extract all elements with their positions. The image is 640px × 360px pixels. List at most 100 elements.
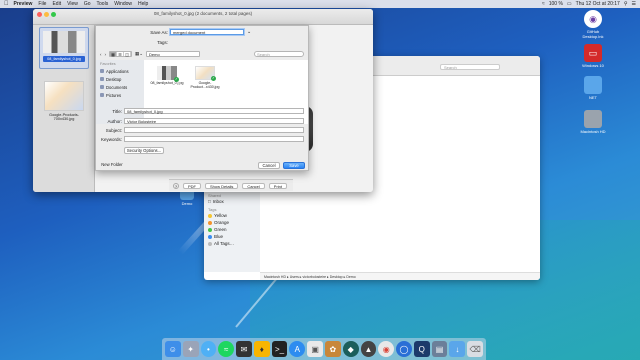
location-popup[interactable]: Demo bbox=[146, 51, 201, 57]
tag-green[interactable]: Green bbox=[208, 226, 256, 233]
subject-field[interactable] bbox=[124, 127, 304, 133]
sidebar-item-applications[interactable]: Applications bbox=[100, 67, 140, 75]
wifi-icon[interactable]: ≈ bbox=[542, 1, 545, 7]
desktop-icon-net[interactable]: NET bbox=[576, 76, 610, 100]
gitkraken-icon[interactable]: ◆ bbox=[342, 341, 359, 357]
finder-icon[interactable]: ☺ bbox=[164, 341, 181, 357]
terminal-icon[interactable]: >_ bbox=[271, 341, 288, 357]
menu-view[interactable]: View bbox=[67, 1, 78, 7]
tweetdeck-icon[interactable]: ✉ bbox=[236, 341, 252, 357]
file-label: Google-Product...x430.jpg bbox=[190, 81, 220, 89]
author-field[interactable]: Victor Bolosteire bbox=[124, 118, 304, 124]
trash-icon[interactable]: ⌫ bbox=[467, 341, 484, 357]
favorites-header: Favorites bbox=[100, 62, 116, 66]
downloads-icon[interactable]: ↓ bbox=[449, 341, 466, 357]
tag-dot-icon bbox=[208, 220, 212, 225]
sidebar-item-documents[interactable]: Documents bbox=[100, 83, 140, 91]
path-item[interactable]: Desktop bbox=[330, 275, 343, 279]
file-item[interactable]: ✓ Google-Product...x430.jpg bbox=[188, 66, 222, 89]
menu-tools[interactable]: Tools bbox=[97, 1, 109, 7]
keywords-field[interactable] bbox=[124, 136, 304, 142]
desktop-icon-windows[interactable]: ▭ Windows 10 bbox=[576, 44, 610, 68]
image-file-icon: ✓ bbox=[157, 66, 179, 82]
save-as-field[interactable]: merged document bbox=[170, 29, 244, 35]
launchpad-icon[interactable]: ✦ bbox=[182, 341, 199, 357]
list-view-icon[interactable]: ☰ bbox=[117, 52, 124, 57]
photos-icon[interactable]: ✿ bbox=[325, 341, 341, 357]
column-view-icon[interactable]: ◫ bbox=[124, 52, 131, 57]
save-as-row: Save As: merged document ⌄ bbox=[146, 29, 251, 35]
save-dialog-sidebar: Favorites Applications Desktop Documents… bbox=[96, 60, 144, 124]
tag-dot-icon bbox=[208, 241, 212, 246]
tag-yellow[interactable]: Yellow bbox=[208, 212, 256, 219]
forward-icon[interactable]: › bbox=[105, 52, 107, 57]
desktop-icon-label: Demo bbox=[181, 201, 193, 206]
clock[interactable]: Thu 12 Oct at 20:17 bbox=[576, 1, 620, 7]
subject-label: Subject: bbox=[105, 127, 122, 133]
title-field[interactable]: 08_familyshot_0.jpg bbox=[124, 108, 304, 114]
thumbnail-familyshot[interactable]: 08_familyshot_0.jpg bbox=[39, 27, 89, 69]
group-icon[interactable]: ▦⌄ bbox=[135, 51, 143, 57]
path-item[interactable]: Users bbox=[290, 275, 299, 279]
finder-path-bar: Macintosh HD ▸ Users ▸ victorbolosteire … bbox=[260, 272, 540, 280]
desktop-icon-macintosh-hd[interactable]: Macintosh HD bbox=[576, 110, 610, 134]
save-dialog-search[interactable]: Search bbox=[254, 51, 304, 57]
chrome-icon[interactable]: ◉ bbox=[378, 341, 395, 357]
tag-label: Orange bbox=[214, 220, 230, 225]
path-item[interactable]: Demo bbox=[346, 275, 355, 279]
finder-search-input[interactable]: Search bbox=[440, 64, 500, 70]
sourcetree-icon[interactable]: ◯ bbox=[396, 341, 412, 357]
quicktime-icon[interactable]: Q bbox=[413, 341, 430, 357]
rocket-icon[interactable]: ▲ bbox=[360, 341, 377, 357]
menu-window[interactable]: Window bbox=[114, 1, 132, 7]
sidebar-item-desktop[interactable]: Desktop bbox=[100, 75, 140, 83]
sidebar-item-pictures[interactable]: Pictures bbox=[100, 91, 140, 99]
sketch-icon[interactable]: ♦ bbox=[253, 341, 270, 357]
menu-edit[interactable]: Edit bbox=[52, 1, 61, 7]
battery-icon[interactable]: ▭ bbox=[567, 1, 572, 7]
spotlight-icon[interactable]: ⚲ bbox=[624, 1, 628, 7]
cancel-button[interactable]: Cancel bbox=[258, 162, 280, 169]
desktop-icon-github[interactable]: ◉ GitHub Desktop.lnk bbox=[576, 10, 610, 39]
documents-icon bbox=[100, 85, 104, 89]
apple-icon[interactable]:  bbox=[4, 1, 9, 7]
synced-check-icon: ✓ bbox=[174, 77, 179, 82]
menu-file[interactable]: File bbox=[38, 1, 46, 7]
app-store-icon[interactable]: A bbox=[289, 341, 306, 357]
path-item[interactable]: Macintosh HD bbox=[264, 275, 286, 279]
image-file-icon: ✓ bbox=[195, 66, 216, 81]
tag-all[interactable]: All Tags… bbox=[208, 240, 256, 247]
messages-icon[interactable]: • bbox=[200, 341, 217, 357]
save-as-label: Save As: bbox=[150, 29, 168, 35]
menu-help[interactable]: Help bbox=[138, 1, 148, 7]
tag-blue[interactable]: Blue bbox=[208, 233, 256, 240]
tag-orange[interactable]: Orange bbox=[208, 219, 256, 226]
folder-icon[interactable]: ▤ bbox=[431, 341, 448, 357]
expand-chevron-icon[interactable]: ⌄ bbox=[247, 29, 251, 35]
spotify-icon[interactable]: ≈ bbox=[218, 341, 235, 357]
preview-icon[interactable]: ▣ bbox=[307, 341, 323, 357]
sidebar-item-label: Inbox bbox=[212, 199, 224, 204]
pdf-button[interactable]: PDF bbox=[183, 182, 201, 189]
icon-view-icon[interactable]: ▦ bbox=[110, 52, 117, 57]
print-button[interactable]: Print bbox=[268, 182, 288, 189]
help-button[interactable]: ? bbox=[173, 182, 179, 189]
thumbnail-google-products[interactable]: Google-Products-700x430.jpg bbox=[39, 75, 89, 125]
save-dialog[interactable]: Save As: merged document ⌄ Tags: ‹ › ▦ ☰… bbox=[95, 25, 309, 171]
tag-label: Blue bbox=[214, 234, 224, 239]
sidebar-item-inbox[interactable]: □ Inbox bbox=[208, 198, 256, 205]
notification-icon[interactable]: ☰ bbox=[632, 1, 636, 7]
security-options-button[interactable]: Security Options... bbox=[124, 147, 164, 154]
show-details-button[interactable]: Show Details bbox=[205, 182, 239, 189]
file-item[interactable]: ✓ 08_familyshot_0.j pg bbox=[150, 66, 184, 85]
save-button[interactable]: Save bbox=[283, 162, 305, 169]
battery-status[interactable]: 100 % bbox=[549, 1, 563, 7]
new-folder-button[interactable]: New Folder bbox=[100, 162, 124, 169]
tags-field[interactable] bbox=[170, 39, 244, 45]
menu-app[interactable]: Preview bbox=[14, 1, 33, 7]
print-cancel-button[interactable]: Cancel bbox=[242, 182, 265, 189]
back-icon[interactable]: ‹ bbox=[100, 52, 102, 57]
tags-row: Tags: bbox=[146, 39, 244, 45]
menu-go[interactable]: Go bbox=[84, 1, 91, 7]
path-item[interactable]: victorbolosteire bbox=[303, 275, 327, 279]
